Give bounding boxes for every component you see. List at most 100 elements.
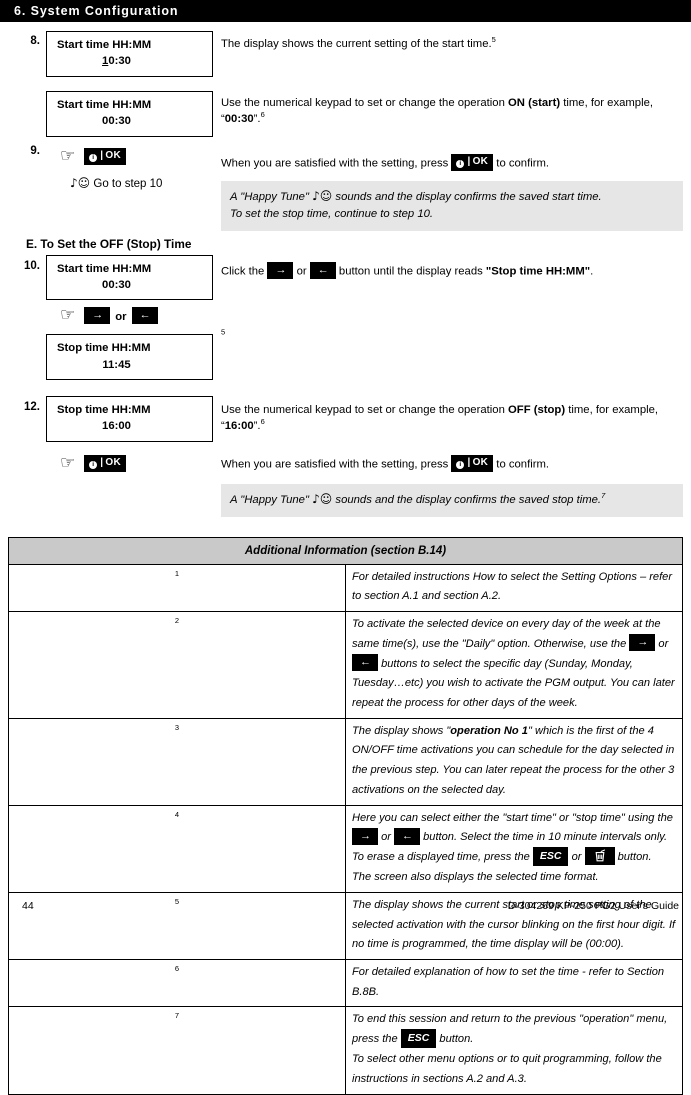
footnote-ref-5: 5 <box>221 326 226 336</box>
happy-tune-icon: ♪☺ <box>70 175 91 190</box>
table-row: 4 Here you can select either the "start … <box>8 804 683 893</box>
happy-tune-icon: ♪☺ <box>312 188 333 203</box>
footnote-seg-5: button. <box>614 851 652 864</box>
footnote-index: 3 <box>8 717 346 806</box>
step-9-confirm-text: When you are satisfied with the setting,… <box>221 153 683 181</box>
lcd-line-2: 11:45 <box>102 358 131 371</box>
pointing-hand-icon: ☞ <box>60 305 76 326</box>
footnote-body: For detailed instructions How to select … <box>345 563 683 613</box>
step-number-9: 9. <box>30 144 40 157</box>
step-10-target-display: "Stop time HH:MM" <box>485 264 591 277</box>
section-e-heading: E. To Set the OFF (Stop) Time <box>26 236 192 251</box>
lcd-display: Start time HH:MM 10:30 <box>46 31 213 77</box>
step-12-confirm-text: When you are satisfied with the setting,… <box>221 455 683 484</box>
note-line-text: A "Happy Tune" ♪☺ sounds and the display… <box>230 492 602 507</box>
footnote-seg-1: To end this session and return to the pr… <box>352 1013 668 1046</box>
table-row: 6 For detailed explanation of how to set… <box>8 958 683 1008</box>
esc-button[interactable]: ESC <box>532 847 569 866</box>
footnote-index: 6 <box>8 958 346 1008</box>
footnote-body: Here you can select either the "start ti… <box>345 804 683 893</box>
step-row-10: 10. Start time HH:MM 00:30 ☞ → or ← Stop… <box>8 254 683 380</box>
step-row-9: 9. ☞ i | OK ♪☺ Go to step 10 When you are … <box>8 143 683 231</box>
step-10-text: Click the → or ← button until the displa… <box>221 261 683 280</box>
footnote-paragraph-2: To select other menu options or to quit … <box>352 1053 662 1085</box>
right-arrow-button[interactable]: → <box>267 261 294 279</box>
esc-button[interactable]: ESC <box>400 1029 437 1048</box>
step-8-display-b: Start time HH:MM 00:30 <box>46 90 213 137</box>
lcd-line-1: Start time HH:MM <box>57 39 152 51</box>
footnote-paragraph: For detailed instructions How to select … <box>352 570 673 603</box>
footnote-ref-6: 6 <box>260 417 265 427</box>
step-row-12: 12. Stop time HH:MM 16:00 ☞ i | OK Use the… <box>8 396 683 517</box>
lcd-line-1: Start time HH:MM <box>57 98 152 111</box>
step-8-description: The display shows the current setting of… <box>221 38 492 50</box>
footnote-bold-text: operation No 1 <box>450 724 528 737</box>
step-9-goto-line: ♪☺ Go to step 10 <box>46 166 213 190</box>
chapter-title: 6. System Configuration <box>14 4 179 18</box>
document-id: D-304269 KP-250 PG2 User's Guide <box>507 900 679 912</box>
happy-tune-icon: ♪☺ <box>312 492 333 507</box>
footnote-index: 2 <box>8 611 346 719</box>
pointing-hand-icon: ☞ <box>60 145 76 166</box>
step-12-right: Use the numerical keypad to set or chang… <box>213 396 683 517</box>
step-10-text-mid: button until the display reads <box>335 264 486 277</box>
step-9-right: When you are satisfied with the setting,… <box>213 143 683 231</box>
step-10-right: Click the → or ← button until the displa… <box>213 255 683 341</box>
step-12-text-lead: Use the numerical keypad to set or chang… <box>221 404 508 416</box>
step-8b-text-end: ”. <box>253 112 261 125</box>
left-arrow-button[interactable]: ← <box>309 261 336 279</box>
info-dot-icon: i <box>456 461 465 470</box>
step-10-key-row: ☞ → or ← <box>46 300 213 325</box>
step-12-example-value: 16:00 <box>224 420 254 433</box>
right-arrow-button[interactable]: → <box>84 307 111 325</box>
note-line-2: To set the stop time, continue to step 1… <box>230 208 434 220</box>
footnote-index: 1 <box>8 563 346 613</box>
table-row: 3 The display shows "operation No 1" whi… <box>8 717 683 806</box>
step-10-text-lead: Click the <box>221 264 268 277</box>
footnote-seg-3: buttons to select the specific day (Sund… <box>352 657 675 709</box>
page-content: 8. Start time HH:MM 10:30 The display sh… <box>0 31 691 517</box>
table-row: 2 To activate the selected device on eve… <box>8 611 683 719</box>
step-9-confirm-lead: When you are satisfied with the setting,… <box>221 156 452 169</box>
step-number-8: 8. <box>30 35 40 47</box>
table-row: 1 For detailed instructions How to selec… <box>8 563 683 613</box>
step-12-confirm-lead: When you are satisfied with the setting,… <box>221 458 452 471</box>
trash-button[interactable] <box>584 847 615 866</box>
left-arrow-button[interactable]: ← <box>131 307 158 325</box>
note-line-1: A "Happy Tune" ♪☺ sounds and the display… <box>230 187 674 207</box>
footnote-ref-6: 6 <box>260 110 265 120</box>
ok-button[interactable]: i | OK <box>84 454 126 472</box>
step-10-left: Start time HH:MM 00:30 ☞ → or ← Stop tim… <box>46 254 213 380</box>
right-arrow-button[interactable]: → <box>629 634 656 652</box>
step-number-12: 12. <box>24 401 40 413</box>
footnote-paragraph-2: The screen also displays the selected ti… <box>352 871 599 884</box>
step-9-key-row: ☞ i | OK <box>46 143 213 166</box>
chapter-title-bar: 6. System Configuration <box>0 0 691 22</box>
left-arrow-button[interactable]: ← <box>394 827 421 845</box>
or-label: or <box>115 310 127 323</box>
step-10-display-b-wrap: Stop time HH:MM 11:45 <box>46 334 213 380</box>
footnote-seg-4: or <box>568 851 585 864</box>
footnote-seg-2: button. <box>436 1033 474 1046</box>
ok-button[interactable]: i | OK <box>451 455 494 473</box>
additional-information-table: Additional Information (section B.14) 1 … <box>8 536 683 1095</box>
info-dot-icon: i <box>456 159 465 168</box>
step-8b-text-bold: ON (start) <box>508 96 561 109</box>
lcd-line-1: Stop time HH:MM <box>57 342 151 355</box>
lcd-line-2: 00:30 <box>102 278 131 291</box>
info-dot-icon: i <box>89 153 98 162</box>
ok-button-label: OK <box>472 457 489 469</box>
ok-button-label: OK <box>472 155 489 167</box>
note-happy-tune-stop: A "Happy Tune" ♪☺ sounds and the display… <box>221 484 683 517</box>
left-arrow-button[interactable]: ← <box>352 654 378 672</box>
right-arrow-button[interactable]: → <box>352 827 378 845</box>
ok-button[interactable]: i | OK <box>451 153 494 171</box>
step-9-left: ☞ i | OK ♪☺ Go to step 10 <box>46 143 213 190</box>
step-8b-example-value: 00:30 <box>224 112 254 125</box>
footnote-ref-7: 7 <box>601 491 606 501</box>
footnote-index: 7 <box>8 1006 346 1095</box>
lcd-line-2: 00:30 <box>102 115 131 128</box>
step-row-8b: Start time HH:MM 00:30 Use the numerical… <box>8 90 683 137</box>
ok-button[interactable]: i | OK <box>84 147 126 165</box>
lcd-display: Start time HH:MM 00:30 <box>46 90 213 137</box>
